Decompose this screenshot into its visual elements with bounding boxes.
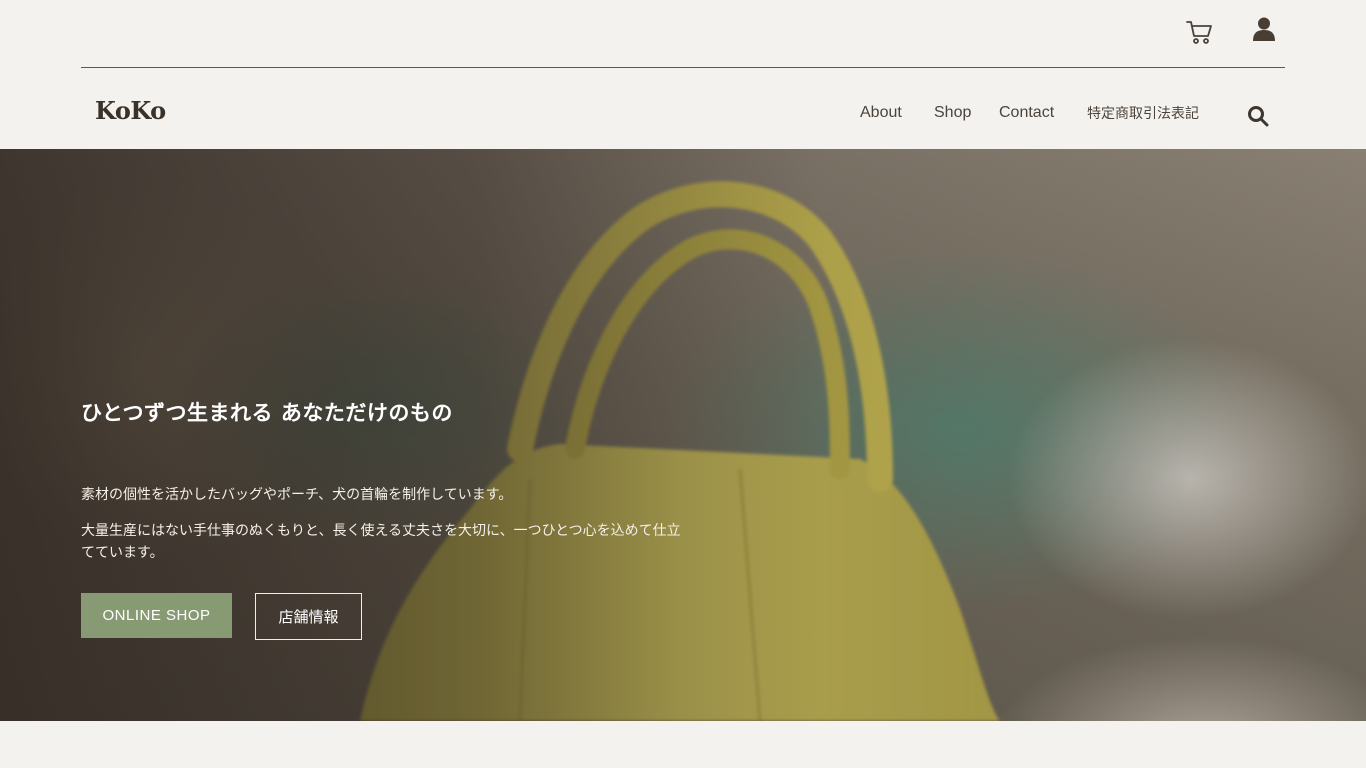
hero-title: ひとつずつ生まれる あなただけのもの [81,401,453,425]
nav-link-legal[interactable]: 特定商取引法表記 [1087,107,1199,121]
online-shop-button[interactable]: ONLINE SHOP [81,593,232,638]
user-icon[interactable] [1253,17,1275,43]
top-bar [81,0,1285,68]
search-icon[interactable] [1247,105,1269,127]
main-nav: KoKo About Shop Contact 特定商取引法表記 [0,68,1366,149]
store-info-button[interactable]: 店舗情報 [255,593,362,640]
hero-section: ひとつずつ生まれる あなただけのもの 素材の個性を活かしたバッグやポーチ、犬の首… [0,149,1366,721]
site-logo[interactable]: KoKo [95,99,166,123]
hero-description-2: 大量生産にはない手仕事のぬくもりと、長く使える丈夫さを大切に、一つひとつ心を込め… [81,523,681,561]
nav-link-shop[interactable]: Shop [934,105,971,121]
cart-icon[interactable] [1185,18,1213,46]
nav-link-about[interactable]: About [860,105,902,121]
hero-description-1: 素材の個性を活かしたバッグやポーチ、犬の首輪を制作しています。 [81,487,513,503]
nav-link-contact[interactable]: Contact [999,105,1054,121]
